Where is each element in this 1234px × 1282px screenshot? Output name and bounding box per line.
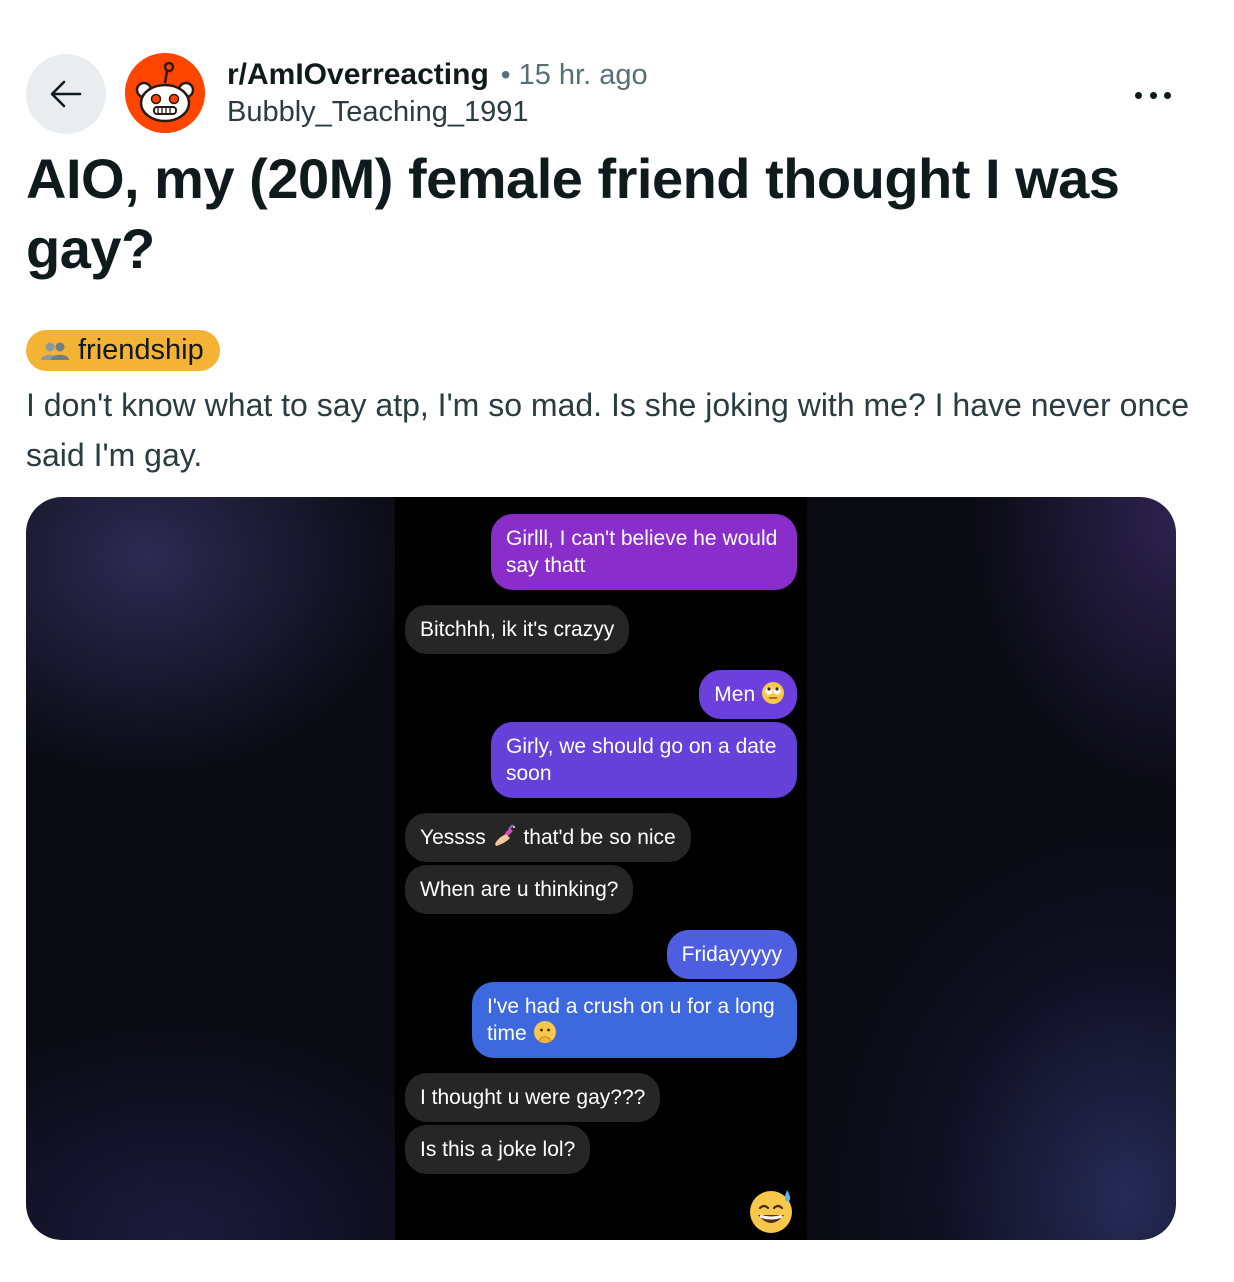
subreddit-avatar[interactable]: [125, 53, 205, 133]
message-bubble: Girlll, I can't believe he would say tha…: [491, 514, 797, 590]
post-time: 15 hr. ago: [518, 58, 648, 91]
meta-separator: •: [500, 59, 511, 90]
more-options-button[interactable]: [1132, 80, 1174, 110]
snoo-icon: [125, 53, 205, 133]
post-image[interactable]: Girlll, I can't believe he would say tha…: [26, 497, 1176, 1240]
chat-screenshot: Girlll, I can't believe he would say tha…: [395, 497, 807, 1240]
message-bubble: I've had a crush on u for a long time: [472, 982, 797, 1058]
post-meta: r/AmIOverreacting • 15 hr. ago: [227, 56, 648, 94]
ellipsis-icon: [1135, 91, 1142, 99]
message-bubble: Men: [699, 670, 797, 719]
message-bubble: I thought u were gay???: [405, 1073, 661, 1122]
peeking-face-emoji: [533, 1021, 556, 1043]
message-bubble: Is this a joke lol?: [405, 1125, 591, 1174]
arrow-left-icon: [50, 80, 82, 108]
message-bubble: Yessss that'd be so nice: [405, 813, 691, 862]
subreddit-name[interactable]: r/AmIOverreacting: [227, 58, 489, 92]
message-bubble: Bitchhh, ik it's crazyy: [405, 605, 630, 654]
flair-label: friendship: [78, 334, 204, 366]
back-button[interactable]: [26, 54, 106, 134]
sweat-smile-emoji: [750, 1190, 792, 1233]
post-flair[interactable]: friendship: [26, 330, 220, 371]
people-icon: [41, 342, 69, 360]
nail-polish-emoji: [494, 824, 515, 846]
post-body: I don't know what to say atp, I'm so mad…: [26, 387, 1190, 473]
message-bubble: When are u thinking?: [405, 865, 634, 914]
message-bubble: Fridayyyyy: [666, 930, 797, 979]
author-name[interactable]: Bubbly_Teaching_1991: [227, 96, 529, 129]
eye-roll-emoji: [762, 682, 784, 704]
post-title: AIO, my (20M) female friend thought I wa…: [26, 147, 1120, 280]
message-bubble: Girly, we should go on a date soon: [491, 722, 797, 798]
